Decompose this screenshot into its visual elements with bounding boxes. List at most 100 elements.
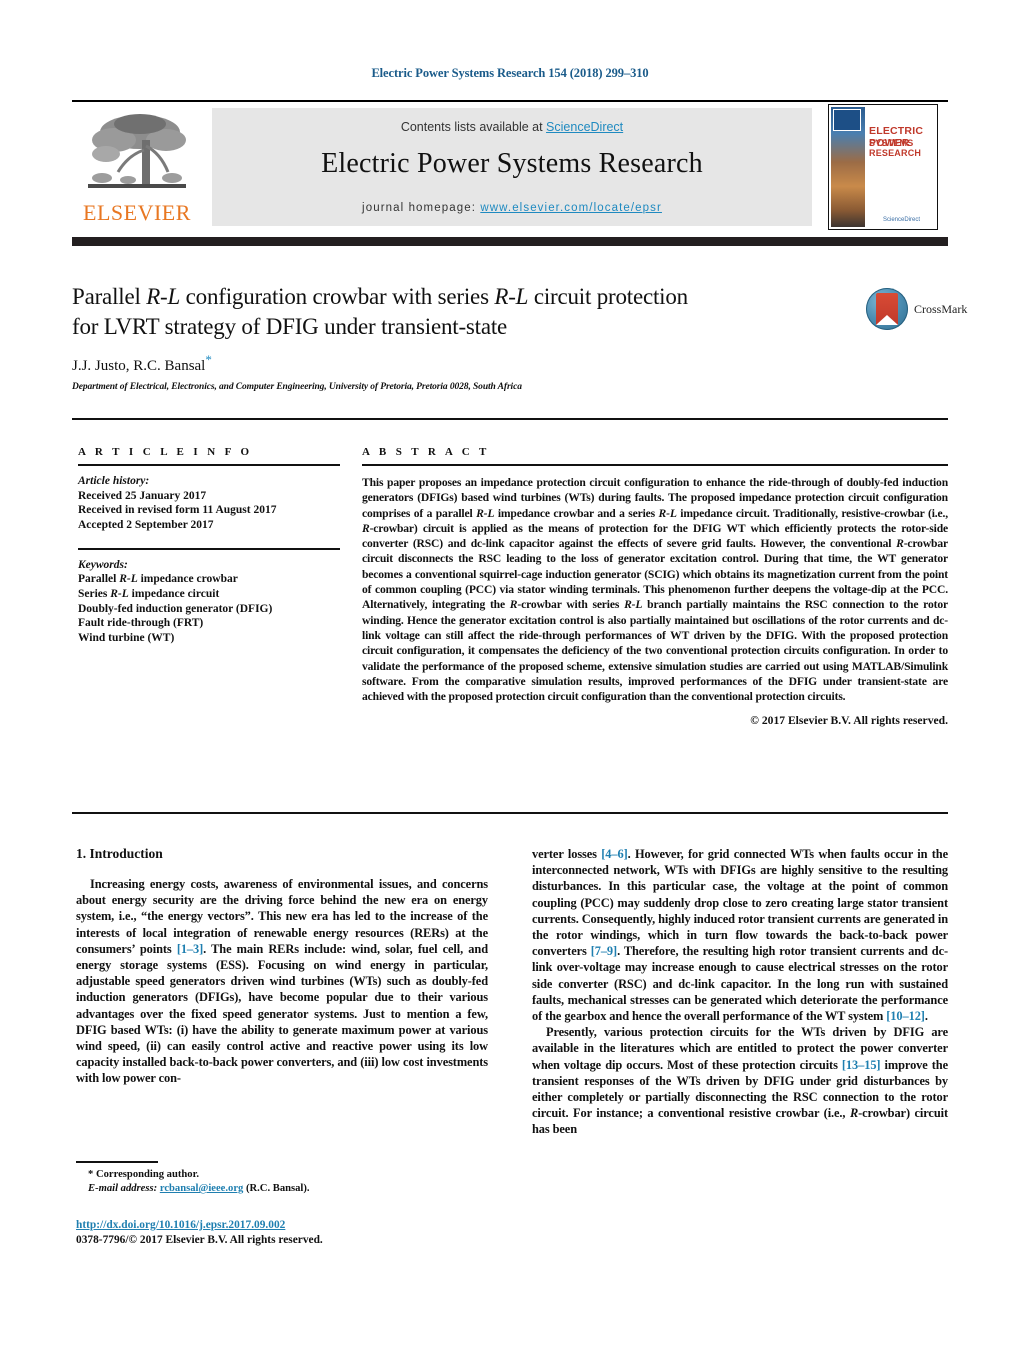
abstract-heading: A B S T R A C T: [362, 446, 490, 458]
footnote-corresponding-text: Corresponding author.: [93, 1169, 199, 1180]
keyword-post: impedance circuit: [128, 588, 220, 601]
title-part-2: configuration crowbar with series: [180, 284, 495, 309]
paragraph: Increasing energy costs, awareness of en…: [76, 876, 488, 1087]
paragraph: Presently, various protection circuits f…: [532, 1024, 948, 1137]
footnote-corresponding-author: * Corresponding author. E-mail address: …: [76, 1168, 496, 1196]
citation-reference[interactable]: [10–12]: [886, 1009, 925, 1023]
email-link[interactable]: rcbansal@ieee.org: [160, 1183, 244, 1194]
author-names: J.J. Justo, R.C. Bansal: [72, 358, 206, 374]
citation-reference[interactable]: [13–15]: [842, 1058, 881, 1072]
email-suffix: (R.C. Bansal).: [243, 1183, 310, 1194]
crossmark-logo[interactable]: CrossMark: [866, 288, 967, 332]
keywords-group: Keywords: Parallel R-L impedance crowbar…: [78, 558, 340, 646]
homepage-prefix: journal homepage:: [362, 202, 481, 214]
text-run: .: [924, 1009, 928, 1024]
text-run: verter losses: [532, 847, 602, 861]
issn-copyright-line: 0378-7796/© 2017 Elsevier B.V. All right…: [76, 1234, 323, 1246]
citation-reference[interactable]: [4–6]: [601, 847, 627, 861]
journal-homepage-link[interactable]: www.elsevier.com/locate/epsr: [480, 202, 662, 214]
journal-band: Contents lists available at ScienceDirec…: [212, 108, 812, 226]
elsevier-tree-icon: [82, 110, 192, 198]
text-run: . The main RERs include: wind, solar, fu…: [76, 941, 488, 1086]
section-heading-introduction: 1. Introduction: [76, 846, 163, 861]
keyword-pre: Series: [78, 588, 111, 601]
text-run: -crowbar) circuit is applied as the mean…: [362, 521, 948, 551]
emphasis: R: [362, 521, 370, 535]
contents-available-line: Contents lists available at ScienceDirec…: [212, 120, 812, 134]
rule-under-abstract: [72, 812, 948, 814]
doi-block: http://dx.doi.org/10.1016/j.epsr.2017.09…: [76, 1218, 536, 1248]
journal-title: Electric Power Systems Research: [321, 148, 703, 179]
cover-title-line2: SYSTEMS RESEARCH: [869, 138, 922, 158]
keyword-pre: Parallel: [78, 573, 120, 586]
title-em-1: R-L: [146, 284, 181, 309]
contents-prefix: Contents lists available at: [400, 120, 547, 134]
abstract-copyright: © 2017 Elsevier B.V. All rights reserved…: [750, 714, 948, 728]
article-info-heading: A R T I C L E I N F O: [78, 446, 253, 458]
body-column-left: 1. Introduction Increasing energy costs,…: [76, 846, 488, 1087]
text-run: impedance circuit. Traditionally, resist…: [676, 506, 949, 520]
keywords-divider: [78, 548, 340, 550]
citation-reference[interactable]: [1–3]: [177, 942, 203, 956]
corresponding-author-marker: *: [205, 352, 212, 367]
masthead-top-rule: [72, 100, 948, 102]
journal-homepage-line: journal homepage: www.elsevier.com/locat…: [212, 202, 812, 214]
keyword-post: impedance crowbar: [137, 573, 238, 586]
author-list: J.J. Justo, R.C. Bansal*: [72, 352, 212, 375]
text-run: impedance crowbar and a series: [494, 506, 659, 520]
crossmark-badge-icon: [866, 288, 908, 330]
article-info-column: A R T I C L E I N F O Article history: R…: [78, 446, 340, 645]
email-address-label: E-mail address:: [88, 1183, 158, 1194]
emphasis: R-L: [658, 506, 677, 520]
citation-reference[interactable]: [7–9]: [591, 944, 617, 958]
doi-link[interactable]: http://dx.doi.org/10.1016/j.epsr.2017.09…: [76, 1219, 285, 1231]
article-info-rule: [78, 464, 340, 466]
journal-masthead: ELSEVIER Contents lists available at Sci…: [72, 100, 948, 230]
abstract-text: This paper proposes an impedance protect…: [362, 475, 948, 704]
text-run: branch partially maintains the RSC conne…: [362, 598, 948, 704]
keyword-item: Parallel R-L impedance crowbar: [78, 573, 238, 585]
keyword-em: R-L: [110, 588, 129, 601]
title-block: Parallel R-L configuration crowbar with …: [72, 282, 862, 342]
article-history-label: Article history:: [78, 475, 150, 487]
keyword-em: R-L: [119, 573, 138, 586]
keyword-item: Series R-L impedance circuit: [78, 588, 219, 600]
emphasis: R-L: [624, 598, 643, 612]
running-head: Electric Power Systems Research 154 (201…: [371, 66, 649, 80]
emphasis: R: [896, 537, 904, 551]
crossmark-label: CrossMark: [914, 302, 968, 316]
crossmark-notch-icon: [876, 315, 898, 325]
text-run: . However, for grid connected WTs when f…: [532, 847, 948, 959]
footnote-rule: [76, 1161, 158, 1163]
masthead-bottom-bar: [72, 237, 948, 246]
history-item: Received 25 January 2017: [78, 489, 207, 502]
text-run: -crowbar with series: [517, 598, 625, 612]
keyword-item: Doubly-fed induction generator (DFIG): [78, 602, 273, 615]
cover-footer-label: ScienceDirect: [883, 217, 921, 223]
emphasis: R-L: [476, 506, 495, 520]
footnote-line-2: E-mail address: rcbansal@ieee.org (R.C. …: [76, 1182, 496, 1196]
paragraph: verter losses [4–6]. However, for grid c…: [532, 846, 948, 1024]
keyword-item: Wind turbine (WT): [78, 631, 175, 644]
history-item: Received in revised form 11 August 2017: [78, 504, 277, 517]
abstract-rule: [362, 464, 948, 466]
keyword-item: Fault ride-through (FRT): [78, 617, 204, 630]
emphasis: R: [849, 1106, 859, 1121]
title-line-2: for LVRT strategy of DFIG under transien…: [72, 314, 508, 339]
abstract-column: A B S T R A C T This paper proposes an i…: [362, 446, 948, 727]
cover-badge-icon: [833, 109, 861, 131]
rule-under-authors: [72, 418, 948, 420]
affiliation: Department of Electrical, Electronics, a…: [72, 382, 522, 392]
history-item: Accepted 2 September 2017: [78, 518, 214, 531]
keywords-label: Keywords:: [78, 558, 128, 571]
paper-page: Electric Power Systems Research 154 (201…: [0, 0, 1020, 1351]
journal-cover-thumbnail: ELECTRIC POWER SYSTEMS RESEARCH ScienceD…: [828, 104, 938, 230]
sciencedirect-link[interactable]: ScienceDirect: [546, 120, 623, 134]
footnote-line-1: * Corresponding author.: [76, 1168, 496, 1182]
page-title: Parallel R-L configuration crowbar with …: [72, 282, 862, 342]
body-column-right: verter losses [4–6]. However, for grid c…: [532, 846, 948, 1138]
title-part-1: Parallel: [72, 284, 147, 309]
elsevier-wordmark: ELSEVIER: [83, 200, 191, 225]
title-part-3: circuit protection: [528, 284, 688, 309]
title-em-2: R-L: [494, 284, 529, 309]
